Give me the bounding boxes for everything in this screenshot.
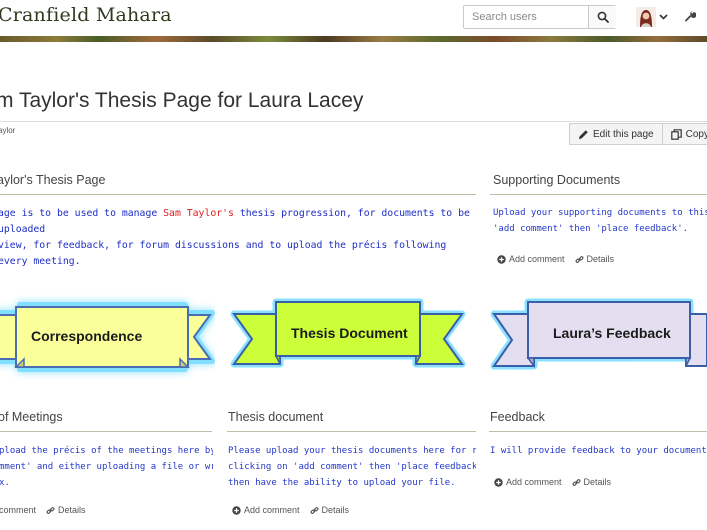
- link-icon: [310, 506, 318, 514]
- meetings-line2: mment' and either uploading a file or wr…: [0, 462, 213, 472]
- thesis-doc-details-label: Details: [321, 505, 350, 515]
- page-actions: Edit this page Copy: [569, 123, 707, 145]
- feedback-line1: I will provide feedback to your document…: [490, 446, 707, 456]
- avatar: [636, 7, 656, 27]
- meetings-text: pload the précis of the meetings here by…: [0, 443, 213, 491]
- intro-block-title: aylor's Thesis Page: [0, 173, 106, 187]
- user-menu-button[interactable]: [636, 6, 672, 28]
- plus-circle-icon: [494, 477, 503, 487]
- plus-circle-icon: [232, 505, 241, 515]
- search-box: [463, 5, 616, 29]
- thesis-doc-line2: clicking on 'add comment' then 'place fe…: [228, 462, 476, 472]
- thesis-doc-actions: Add comment Details: [232, 505, 349, 515]
- feedback-block-divider: [489, 431, 707, 432]
- thesis-doc-text: Please upload your thesis documents here…: [228, 443, 476, 491]
- intro-line2: view, for feedback, for forum discussion…: [0, 240, 447, 267]
- plus-circle-icon: [497, 254, 506, 264]
- meetings-block-title: of Meetings: [0, 410, 63, 424]
- edit-page-label: Edit this page: [593, 128, 654, 140]
- meetings-details-label: Details: [58, 505, 86, 515]
- meetings-add-comment-link[interactable]: comment: [0, 505, 36, 515]
- supporting-line1: Upload your supporting documents to this…: [493, 208, 707, 218]
- intro-text: age is to be used to manage Sam Taylor's…: [0, 206, 474, 270]
- supporting-line2: 'add comment' then 'place feedback'.: [493, 224, 689, 234]
- supporting-details-label: Details: [586, 254, 615, 264]
- thesis-doc-add-comment-label: Add comment: [244, 505, 300, 515]
- copy-page-button[interactable]: Copy: [662, 123, 707, 145]
- thesis-doc-line3: then have the ability to upload your fil…: [228, 478, 456, 488]
- search-input[interactable]: [464, 6, 588, 28]
- feedback-details-link[interactable]: Details: [572, 477, 612, 487]
- meetings-line1: pload the précis of the meetings here by…: [0, 446, 213, 456]
- supporting-docs-title: Supporting Documents: [493, 173, 621, 187]
- title-divider: [0, 121, 707, 122]
- supporting-add-comment-label: Add comment: [509, 254, 565, 264]
- thesis-doc-add-comment-link[interactable]: Add comment: [232, 505, 300, 515]
- intro-block-divider: [0, 194, 476, 195]
- feedback-text: I will provide feedback to your document…: [490, 443, 707, 459]
- copy-icon: [670, 128, 682, 140]
- feedback-details-label: Details: [583, 477, 612, 487]
- search-button[interactable]: [588, 6, 616, 28]
- supporting-docs-text: Upload your supporting documents to this…: [493, 205, 707, 237]
- supporting-docs-actions: Add comment Details: [497, 254, 614, 264]
- meetings-details-link[interactable]: Details: [46, 505, 86, 515]
- chevron-down-icon: [659, 14, 668, 20]
- thesis-doc-details-link[interactable]: Details: [310, 505, 350, 515]
- link-icon: [575, 255, 583, 263]
- supporting-add-comment-link[interactable]: Add comment: [497, 254, 565, 264]
- thesis-doc-line1: Please upload your thesis documents here…: [228, 446, 476, 456]
- thesis-doc-block-title: Thesis document: [228, 410, 324, 424]
- thesis-doc-block-divider: [227, 431, 476, 432]
- intro-line1-pre: age is to be used to manage: [0, 208, 164, 219]
- intro-highlight-name: Sam Taylor's: [163, 208, 234, 219]
- supporting-docs-divider: [490, 194, 707, 195]
- pencil-icon: [579, 129, 588, 139]
- edit-page-button[interactable]: Edit this page: [569, 123, 663, 145]
- feedback-block-title: Feedback: [490, 410, 545, 424]
- thesis-document-ribbon-label: Thesis Document: [291, 325, 408, 341]
- meetings-block-divider: [0, 431, 212, 432]
- correspondence-ribbon-label: Correspondence: [31, 328, 143, 344]
- meetings-add-comment-label: comment: [0, 505, 37, 515]
- copy-page-label: Copy: [685, 128, 707, 140]
- link-icon: [572, 478, 580, 486]
- page-owner-link[interactable]: aylor: [0, 126, 15, 135]
- page-title: m Taylor's Thesis Page for Laura Lacey: [0, 89, 364, 112]
- lauras-feedback-ribbon-label: Laura’s Feedback: [553, 325, 671, 341]
- meetings-actions: comment Details: [0, 505, 86, 515]
- site-name[interactable]: Cranfield Mahara: [0, 4, 172, 26]
- wrench-icon: [685, 10, 697, 22]
- supporting-details-link[interactable]: Details: [575, 254, 615, 264]
- header-banner: [0, 36, 707, 42]
- feedback-add-comment-label: Add comment: [506, 477, 562, 487]
- top-header: Cranfield Mahara: [0, 0, 707, 36]
- link-icon: [46, 506, 55, 514]
- feedback-actions: Add comment Details: [494, 477, 611, 487]
- admin-button[interactable]: [684, 9, 698, 25]
- feedback-add-comment-link[interactable]: Add comment: [494, 477, 562, 487]
- search-icon: [597, 11, 609, 23]
- meetings-line3: x.: [0, 478, 10, 488]
